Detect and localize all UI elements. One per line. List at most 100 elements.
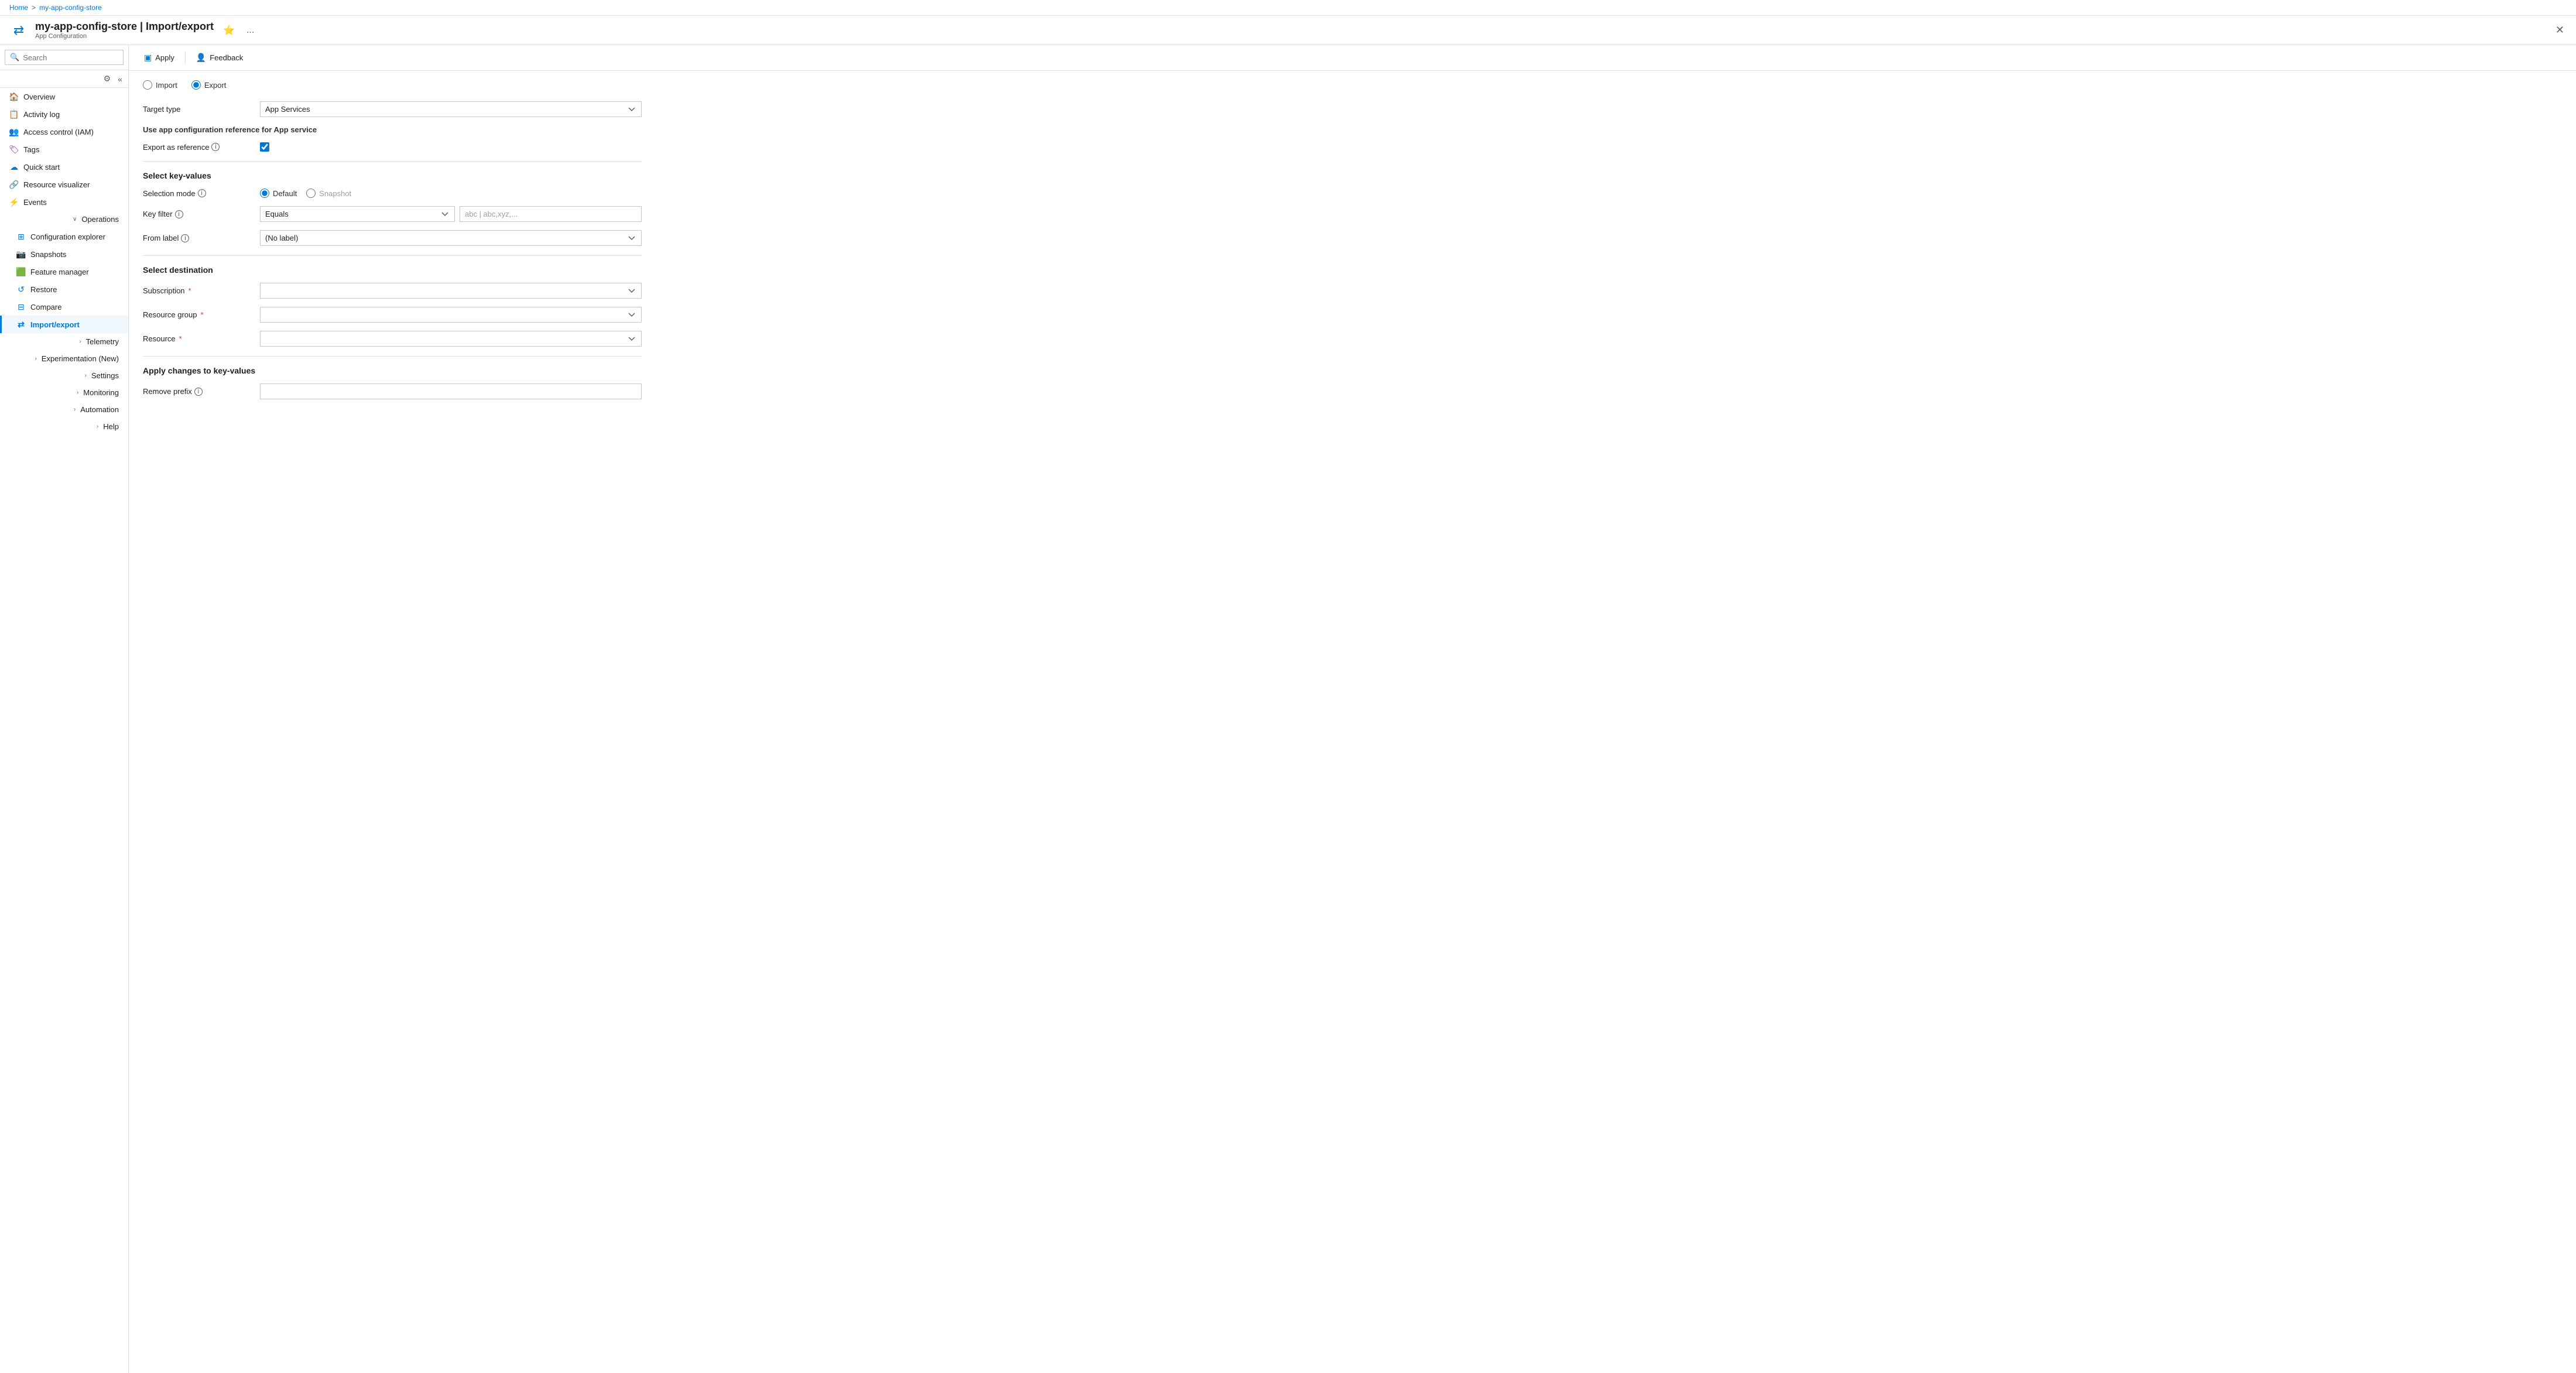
snapshots-icon: 📷 — [16, 249, 26, 259]
divider-1 — [143, 161, 642, 162]
sidebar-item-access-control[interactable]: 👥 Access control (IAM) — [0, 123, 128, 141]
remove-prefix-info-icon[interactable]: i — [194, 388, 203, 396]
experimentation-chevron: › — [35, 355, 36, 362]
target-type-label: Target type — [143, 105, 260, 114]
from-label-select[interactable]: (No label) Production Staging — [260, 230, 642, 246]
sidebar-item-label-activity-log: Activity log — [23, 110, 60, 119]
sidebar-item-compare[interactable]: ⊟ Compare — [0, 298, 128, 316]
sidebar-item-monitoring[interactable]: › Monitoring — [0, 384, 128, 401]
search-input[interactable] — [23, 53, 118, 62]
sidebar-item-events[interactable]: ⚡ Events — [0, 193, 128, 211]
telemetry-chevron: › — [79, 338, 81, 345]
sidebar-item-restore[interactable]: ↺ Restore — [0, 280, 128, 298]
sidebar-item-label-restore: Restore — [30, 285, 57, 294]
remove-prefix-control — [260, 384, 642, 399]
close-button[interactable]: ✕ — [2553, 22, 2567, 39]
from-label-row: From label i (No label) Production Stagi… — [143, 230, 642, 246]
target-type-row: Target type App Services App Configurati… — [143, 101, 642, 117]
select-key-values-title: Select key-values — [143, 171, 642, 180]
import-radio[interactable] — [143, 80, 152, 90]
feature-manager-icon: 🟩 — [16, 267, 26, 276]
more-options-button[interactable]: ... — [244, 23, 256, 38]
resource-select[interactable] — [260, 331, 642, 347]
operations-chevron: ∨ — [73, 216, 77, 222]
subscription-row: Subscription * — [143, 283, 642, 299]
resource-group-select[interactable] — [260, 307, 642, 323]
automation-chevron: › — [74, 406, 76, 413]
sidebar-collapse-icon[interactable]: « — [117, 73, 124, 85]
settings-chevron: › — [85, 372, 87, 379]
target-type-select[interactable]: App Services App Configuration Azure Kub… — [260, 101, 642, 117]
feedback-label: Feedback — [210, 53, 243, 62]
export-as-reference-checkbox[interactable] — [260, 142, 269, 152]
selection-mode-info-icon[interactable]: i — [198, 189, 206, 197]
search-icon: 🔍 — [10, 53, 19, 62]
breadcrumb-resource[interactable]: my-app-config-store — [39, 4, 102, 12]
key-filter-value-input[interactable] — [460, 206, 642, 222]
overview-icon: 🏠 — [9, 92, 19, 101]
sidebar-item-quick-start[interactable]: ☁ Quick start — [0, 158, 128, 176]
sidebar-item-label-config-explorer: Configuration explorer — [30, 232, 105, 241]
search-input-wrap[interactable]: 🔍 — [5, 50, 124, 65]
export-radio[interactable] — [191, 80, 201, 90]
sidebar-item-overview[interactable]: 🏠 Overview — [0, 88, 128, 105]
sidebar-item-label-access-control: Access control (IAM) — [23, 128, 94, 136]
selection-mode-snapshot-option[interactable]: Snapshot — [306, 189, 351, 198]
favorite-button[interactable]: ⭐ — [221, 22, 237, 39]
selection-mode-snapshot-radio[interactable] — [306, 189, 316, 198]
sidebar-item-label-events: Events — [23, 198, 47, 207]
sidebar-toolbar: ⚙ « — [0, 70, 128, 88]
sidebar-item-configuration-explorer[interactable]: ⊞ Configuration explorer — [0, 228, 128, 245]
from-label-info-icon[interactable]: i — [181, 234, 189, 242]
subscription-select[interactable] — [260, 283, 642, 299]
sidebar-item-automation[interactable]: › Automation — [0, 401, 128, 418]
sidebar-item-feature-manager[interactable]: 🟩 Feature manager — [0, 263, 128, 280]
form-content: Import Export Target type App Services A… — [129, 71, 656, 417]
sidebar-item-label-quick-start: Quick start — [23, 163, 60, 172]
apply-button[interactable]: ▣ Apply — [138, 50, 180, 66]
sidebar-item-settings[interactable]: › Settings — [0, 367, 128, 384]
sidebar-item-activity-log[interactable]: 📋 Activity log — [0, 105, 128, 123]
export-radio-option[interactable]: Export — [191, 80, 227, 90]
sidebar-item-label-automation: Automation — [80, 405, 119, 414]
sidebar-item-telemetry[interactable]: › Telemetry — [0, 333, 128, 350]
selection-mode-default-radio[interactable] — [260, 189, 269, 198]
key-filter-inputs: Equals Starts with — [260, 206, 642, 222]
sidebar-item-label-monitoring: Monitoring — [83, 388, 119, 397]
sidebar-item-tags[interactable]: 🏷 Tags — [0, 141, 128, 158]
feedback-button[interactable]: 👤 Feedback — [190, 50, 249, 66]
resource-group-required: * — [201, 310, 204, 319]
sidebar-item-snapshots[interactable]: 📷 Snapshots — [0, 245, 128, 263]
sidebar-item-label-overview: Overview — [23, 93, 55, 101]
resource-group-control — [260, 307, 642, 323]
sidebar-item-operations[interactable]: ∨ Operations — [0, 211, 128, 228]
remove-prefix-input[interactable] — [260, 384, 642, 399]
resource-group-label: Resource group * — [143, 310, 260, 319]
import-export-radio-group: Import Export — [143, 80, 642, 90]
export-as-reference-info-icon[interactable]: i — [211, 143, 220, 151]
breadcrumb-sep1: > — [32, 4, 36, 12]
import-radio-option[interactable]: Import — [143, 80, 177, 90]
toolbar: ▣ Apply 👤 Feedback — [129, 45, 2576, 71]
help-chevron: › — [97, 423, 98, 430]
sidebar-item-label-help: Help — [103, 422, 119, 431]
sidebar-item-resource-visualizer[interactable]: 🔗 Resource visualizer — [0, 176, 128, 193]
sidebar-item-help[interactable]: › Help — [0, 418, 128, 435]
sidebar-item-label-resource-visualizer: Resource visualizer — [23, 180, 90, 189]
key-filter-operator-select[interactable]: Equals Starts with — [260, 206, 455, 222]
sidebar-settings-icon[interactable]: ⚙ — [102, 73, 112, 85]
selection-mode-label: Selection mode i — [143, 189, 260, 198]
selection-mode-default-option[interactable]: Default — [260, 189, 297, 198]
sidebar-item-label-experimentation: Experimentation (New) — [42, 354, 119, 363]
title-group: my-app-config-store | Import/export App … — [35, 20, 214, 40]
sidebar-item-import-export[interactable]: ⇄ Import/export — [0, 316, 128, 333]
sidebar-item-label-import-export: Import/export — [30, 320, 80, 329]
sidebar-item-label-telemetry: Telemetry — [86, 337, 119, 346]
key-filter-info-icon[interactable]: i — [175, 210, 183, 218]
sidebar-item-experimentation[interactable]: › Experimentation (New) — [0, 350, 128, 367]
resource-control — [260, 331, 642, 347]
sidebar-nav: 🏠 Overview 📋 Activity log 👥 Access contr… — [0, 88, 128, 1373]
breadcrumb-home[interactable]: Home — [9, 4, 28, 12]
selection-mode-control: Default Snapshot — [260, 189, 642, 198]
monitoring-chevron: › — [77, 389, 78, 396]
